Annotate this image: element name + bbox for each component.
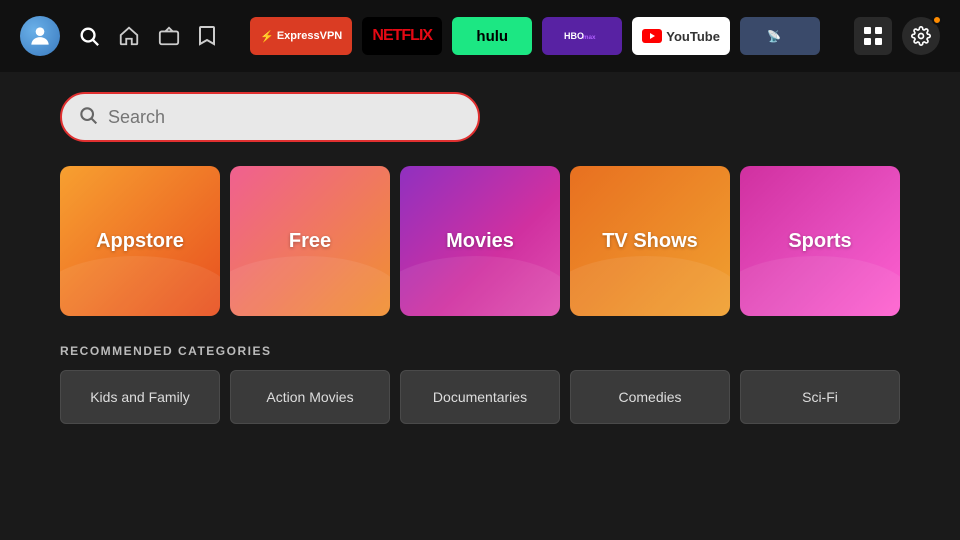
category-comedies[interactable]: Comedies [570, 370, 730, 424]
home-icon[interactable] [118, 25, 140, 47]
youtube-button[interactable]: YouTube [632, 17, 730, 55]
tile-sports-label: Sports [788, 230, 851, 253]
settings-button[interactable] [902, 17, 940, 55]
category-sci-fi[interactable]: Sci-Fi [740, 370, 900, 424]
recommended-categories-title: RECOMMENDED CATEGORIES [60, 344, 900, 358]
svg-text:HBO: HBO [564, 31, 584, 41]
netflix-button[interactable]: NETFLIX [362, 17, 442, 55]
svg-text:max: max [583, 34, 596, 41]
category-sci-fi-label: Sci-Fi [802, 389, 838, 405]
category-kids-and-family[interactable]: Kids and Family [60, 370, 220, 424]
tile-free[interactable]: Free [230, 166, 390, 316]
svg-text:📡: 📡 [767, 29, 781, 43]
category-action-movies[interactable]: Action Movies [230, 370, 390, 424]
tile-tvshows[interactable]: TV Shows [570, 166, 730, 316]
firetv-recast-button[interactable]: 📡 [740, 17, 820, 55]
user-avatar[interactable] [20, 16, 60, 56]
category-tiles-row: Appstore Free Movies TV Shows Sports [60, 166, 900, 316]
nav-service-buttons: ⚡ ExpressVPN NETFLIX hulu HBO max YouTub… [216, 17, 854, 55]
search-input[interactable] [108, 107, 462, 128]
hbomax-button[interactable]: HBO max [542, 17, 622, 55]
apps-grid-button[interactable] [854, 17, 892, 55]
category-documentaries-label: Documentaries [433, 389, 527, 405]
tile-appstore[interactable]: Appstore [60, 166, 220, 316]
category-documentaries[interactable]: Documentaries [400, 370, 560, 424]
watchlist-icon[interactable] [198, 25, 216, 47]
tile-appstore-label: Appstore [96, 230, 184, 253]
settings-notification-dot [932, 15, 942, 25]
expressvpn-button[interactable]: ⚡ ExpressVPN [250, 17, 352, 55]
main-content: Appstore Free Movies TV Shows Sports REC… [0, 72, 960, 444]
search-icon [78, 105, 98, 130]
search-nav-icon[interactable] [78, 25, 100, 47]
search-bar[interactable] [60, 92, 480, 142]
category-comedies-label: Comedies [618, 389, 681, 405]
recommended-categories-row: Kids and Family Action Movies Documentar… [60, 370, 900, 424]
nav-left-icons [20, 16, 216, 56]
category-action-movies-label: Action Movies [266, 389, 353, 405]
nav-right-icons [854, 17, 940, 55]
hulu-button[interactable]: hulu [452, 17, 532, 55]
tile-sports[interactable]: Sports [740, 166, 900, 316]
tile-free-label: Free [289, 230, 331, 253]
live-tv-icon[interactable] [158, 25, 180, 47]
tile-tvshows-label: TV Shows [602, 230, 698, 253]
tile-movies-label: Movies [446, 230, 514, 253]
top-navigation: ⚡ ExpressVPN NETFLIX hulu HBO max YouTub… [0, 0, 960, 72]
category-kids-and-family-label: Kids and Family [90, 389, 190, 405]
tile-movies[interactable]: Movies [400, 166, 560, 316]
